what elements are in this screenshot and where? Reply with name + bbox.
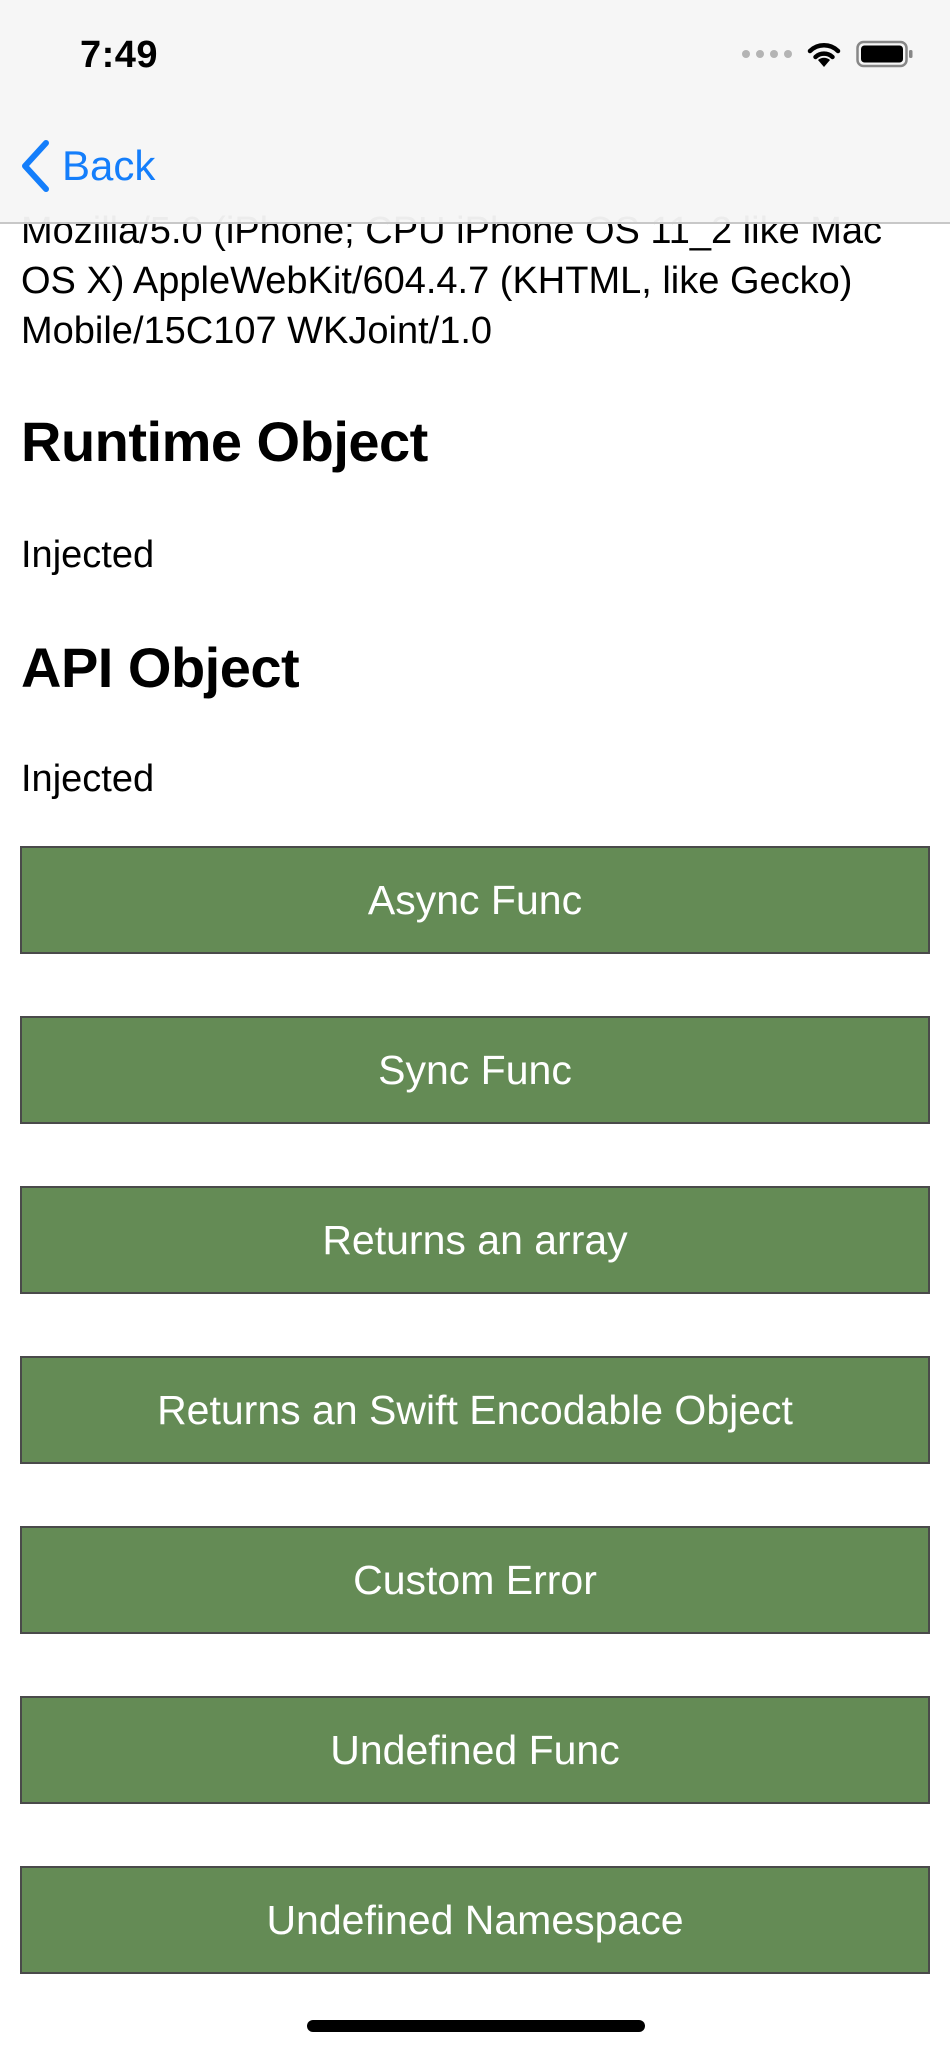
navigation-bar: 7:49 Back bbox=[0, 0, 950, 224]
runtime-object-heading: Runtime Object bbox=[21, 410, 428, 473]
status-bar-time: 7:49 bbox=[80, 34, 159, 76]
home-indicator[interactable] bbox=[307, 2020, 645, 2032]
user-agent-text: Mozilla/5.0 (iPhone; CPU iPhone OS 11_2 … bbox=[21, 210, 883, 352]
custom-error-button[interactable]: Custom Error bbox=[20, 1526, 930, 1634]
back-button-label: Back bbox=[62, 142, 156, 189]
sync-func-button[interactable]: Sync Func bbox=[20, 1016, 930, 1124]
api-object-status: Injected bbox=[21, 758, 155, 800]
status-bar-indicators bbox=[742, 40, 914, 68]
cellular-signal-icon bbox=[742, 50, 792, 58]
runtime-object-status: Injected bbox=[21, 534, 155, 576]
undefined-func-button[interactable]: Undefined Func bbox=[20, 1696, 930, 1804]
returns-encodable-object-button[interactable]: Returns an Swift Encodable Object bbox=[20, 1356, 930, 1464]
web-content: Mozilla/5.0 (iPhone; CPU iPhone OS 11_2 … bbox=[0, 0, 950, 2058]
app-screen: Mozilla/5.0 (iPhone; CPU iPhone OS 11_2 … bbox=[0, 0, 950, 2058]
async-func-button[interactable]: Async Func bbox=[20, 846, 930, 954]
back-button[interactable]: Back bbox=[20, 138, 155, 194]
battery-icon bbox=[856, 40, 913, 68]
api-object-heading: API Object bbox=[21, 636, 300, 699]
chevron-left-icon bbox=[22, 140, 49, 192]
test-button-list: Async Func Sync Func Returns an array Re… bbox=[20, 846, 930, 1974]
undefined-namespace-button[interactable]: Undefined Namespace bbox=[20, 1866, 930, 1974]
returns-array-button[interactable]: Returns an array bbox=[20, 1186, 930, 1294]
wifi-icon bbox=[807, 43, 841, 67]
